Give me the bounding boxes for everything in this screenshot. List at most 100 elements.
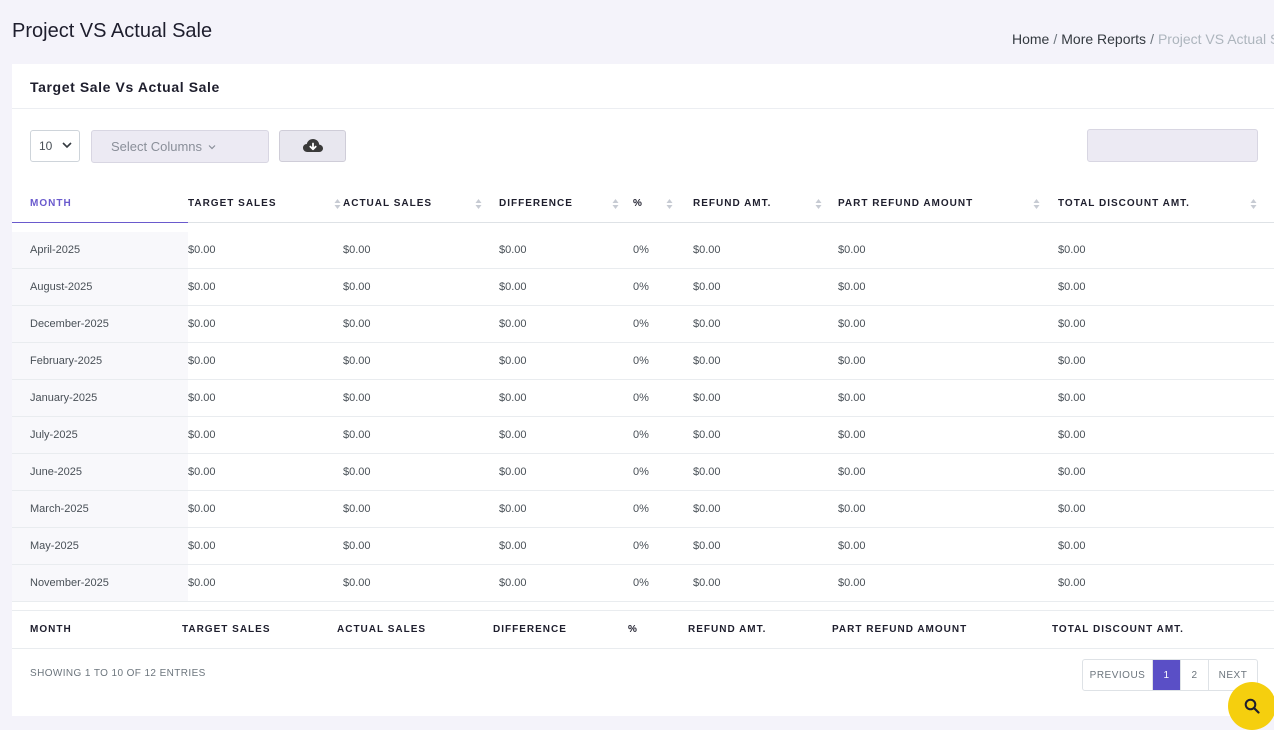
table-cell: $0.00 [343, 453, 499, 491]
table-row: May-2025 $0.00 $0.00 $0.00 0% $0.00 $0.00 $0.00 [12, 527, 1274, 565]
table-cell: $0.00 [838, 527, 1058, 565]
column-header[interactable]: % [633, 185, 693, 223]
table-cell: $0.00 [693, 305, 838, 343]
footer-column-text: Part Refund Amount [832, 624, 968, 635]
column-header[interactable]: Difference [499, 185, 633, 223]
table-cell: $0.00 [499, 232, 633, 269]
search-icon [1244, 698, 1260, 714]
table-cell: $0.00 [1058, 232, 1274, 269]
table-cell: March-2025 [12, 490, 188, 528]
table-cell: April-2025 [12, 232, 188, 269]
footer-column-label: Month [12, 610, 182, 649]
table-row: July-2025 $0.00 $0.00 $0.00 0% $0.00 $0.00 $0.0… [12, 416, 1274, 454]
column-header-label: Refund Amt. [693, 198, 772, 209]
select-columns-dropdown[interactable]: Select Columns [91, 130, 269, 163]
table-cell: $0.00 [838, 268, 1058, 306]
table-row: December-2025 $0.00 $0.00 $0.00 0% $0.00 $0.00… [12, 305, 1274, 343]
table-cell: July-2025 [12, 416, 188, 454]
page-length-value: 10 [39, 139, 53, 153]
search-input[interactable] [1087, 129, 1258, 162]
table-cell: $0.00 [1058, 453, 1274, 491]
table-cell: 0% [633, 342, 693, 380]
table-cell: 0% [633, 268, 693, 306]
table-cell: $0.00 [188, 416, 343, 454]
column-header-label: Target Sales [188, 198, 277, 209]
table-cell: $0.00 [188, 305, 343, 343]
table-cell: 0% [633, 527, 693, 565]
table-cell: $0.00 [838, 564, 1058, 602]
table-cell: $0.00 [343, 268, 499, 306]
table-cell: $0.00 [499, 490, 633, 528]
table-cell: May-2025 [12, 527, 188, 565]
sort-icon [1250, 199, 1257, 209]
column-header[interactable]: Refund Amt. [693, 185, 838, 223]
column-header-label: Difference [499, 198, 573, 209]
footer-column-text: Refund Amt. [688, 624, 767, 635]
breadcrumb-separator: / [1150, 31, 1154, 47]
column-header[interactable]: Month [12, 185, 188, 223]
sort-icon [612, 199, 619, 209]
footer-column-label: Difference [493, 610, 628, 649]
column-header[interactable]: Target Sales [188, 185, 343, 223]
pagination: PREVIOUS 1 2 NEXT [1082, 659, 1258, 691]
footer-column-text: Month [30, 624, 72, 635]
table-row: January-2025 $0.00 $0.00 $0.00 0% $0.00 $0.00 $… [12, 379, 1274, 417]
table-cell: $0.00 [1058, 564, 1274, 602]
cloud-download-icon [302, 139, 323, 152]
download-button[interactable] [279, 130, 346, 162]
table-cell: $0.00 [499, 342, 633, 380]
table-cell: $0.00 [1058, 379, 1274, 417]
report-card: Target Sale Vs Actual Sale 10 Select Col… [12, 64, 1274, 716]
sort-icon [815, 199, 822, 209]
select-columns-label: Select Columns [111, 139, 203, 154]
table-cell: $0.00 [693, 268, 838, 306]
footer-column-label: Total Discount Amt. [1052, 610, 1274, 649]
footer-column-text: Actual Sales [337, 624, 427, 635]
table-cell: $0.00 [343, 527, 499, 565]
table-cell: 0% [633, 453, 693, 491]
table-cell: $0.00 [1058, 342, 1274, 380]
page-2-button[interactable]: 2 [1181, 660, 1209, 690]
page-title: Project VS Actual Sale [12, 20, 213, 42]
table-cell: $0.00 [188, 453, 343, 491]
entries-info: SHOWING 1 TO 10 OF 12 ENTRIES [30, 668, 206, 679]
table-cell: $0.00 [693, 490, 838, 528]
chevron-down-icon [62, 142, 72, 149]
breadcrumb-home[interactable]: Home [1012, 31, 1049, 47]
breadcrumb-more-reports[interactable]: More Reports [1061, 31, 1146, 47]
footer-column-text: Difference [493, 624, 567, 635]
table-cell: February-2025 [12, 342, 188, 380]
column-header-label: Part Refund Amount [838, 198, 974, 209]
table-cell: $0.00 [693, 527, 838, 565]
footer-column-label: Refund Amt. [688, 610, 832, 649]
table-cell: $0.00 [343, 379, 499, 417]
footer-column-text: % [628, 624, 638, 635]
table-cell: January-2025 [12, 379, 188, 417]
table-cell: $0.00 [188, 490, 343, 528]
table-cell: $0.00 [343, 564, 499, 602]
table-row: November-2025 $0.00 $0.00 $0.00 0% $0.00 $0.00… [12, 564, 1274, 602]
table-cell: August-2025 [12, 268, 188, 306]
table-cell: $0.00 [1058, 268, 1274, 306]
column-header[interactable]: Total Discount Amt. [1058, 185, 1274, 223]
previous-page-button[interactable]: PREVIOUS [1083, 660, 1153, 690]
table-cell: $0.00 [188, 268, 343, 306]
table-cell: $0.00 [693, 564, 838, 602]
column-header[interactable]: Actual Sales [343, 185, 499, 223]
column-header-label: % [633, 198, 643, 209]
sort-icon [334, 199, 341, 209]
table-cell: $0.00 [343, 490, 499, 528]
column-header[interactable]: Part Refund Amount [838, 185, 1058, 223]
page-length-select[interactable]: 10 [30, 130, 80, 162]
table-cell: $0.00 [343, 342, 499, 380]
table-row: June-2025 $0.00 $0.00 $0.00 0% $0.00 $0.00 $0.0… [12, 453, 1274, 491]
page-1-button[interactable]: 1 [1153, 660, 1181, 690]
column-header-label: Total Discount Amt. [1058, 198, 1190, 209]
table-cell: $0.00 [838, 490, 1058, 528]
table-cell: $0.00 [838, 379, 1058, 417]
table-cell: $0.00 [838, 342, 1058, 380]
table-cell: 0% [633, 416, 693, 454]
breadcrumb: Home/More Reports/Project VS Actual Sale [1012, 31, 1274, 47]
table-cell: $0.00 [499, 527, 633, 565]
floating-search-button[interactable] [1228, 682, 1274, 730]
